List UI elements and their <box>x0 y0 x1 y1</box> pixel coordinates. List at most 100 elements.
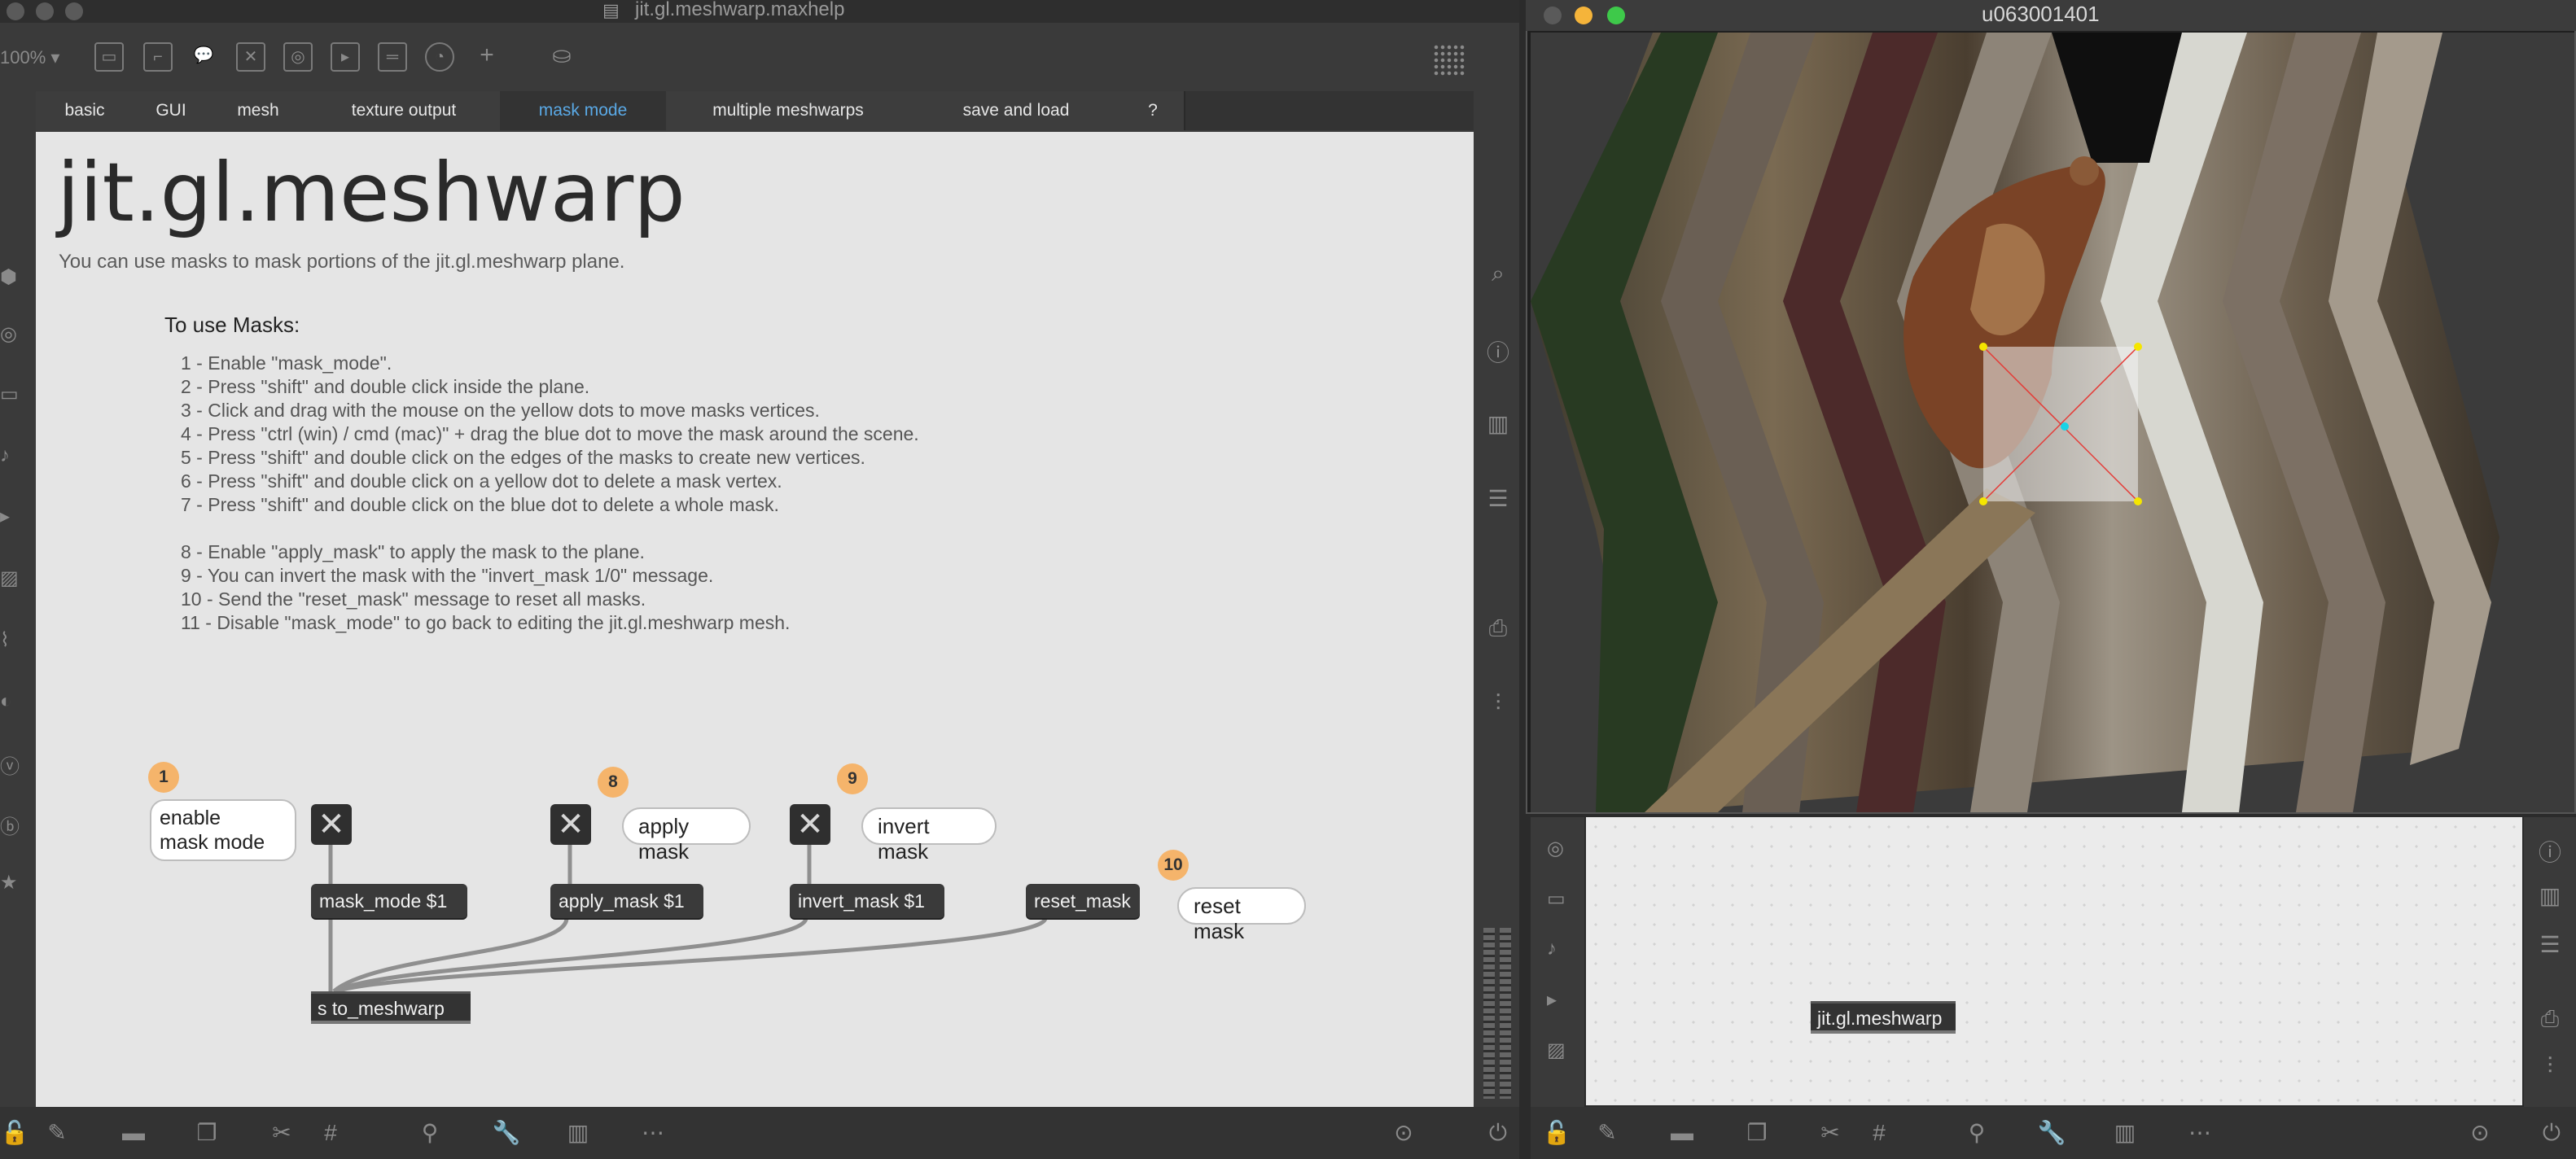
right-patcher-canvas[interactable]: jit.gl.meshwarp <box>1586 817 2522 1105</box>
send-to-meshwarp-object[interactable]: s to_meshwarp <box>311 991 471 1024</box>
patcher-canvas[interactable]: jit.gl.meshwarp You can use masks to mas… <box>36 132 1474 1107</box>
comment-icon[interactable]: 💬 <box>189 42 218 72</box>
layers-icon[interactable]: ❐ <box>192 1118 221 1148</box>
tab-save-and-load[interactable]: save and load <box>910 91 1124 130</box>
new-object-icon[interactable]: ▭ <box>94 42 124 72</box>
wrench-icon[interactable]: 🔧 <box>2037 1118 2066 1148</box>
presentation-icon[interactable]: ▬ <box>1667 1118 1697 1148</box>
media-icon[interactable]: ▸ <box>0 505 21 527</box>
mask-mode-message[interactable]: mask_mode $1 <box>311 884 467 918</box>
media-icon[interactable]: ▸ <box>1547 988 1568 1011</box>
tab-mask-mode[interactable]: mask mode <box>500 91 668 130</box>
snapshot-icon[interactable]: ⎙ <box>1485 615 1511 641</box>
grid-icon[interactable] <box>1433 44 1465 77</box>
zoom-select[interactable]: 100% ▾ <box>0 47 59 68</box>
tab-help[interactable]: ? <box>1122 91 1185 130</box>
image-icon[interactable]: ▨ <box>1547 1039 1568 1061</box>
comment-invert-mask: invert mask <box>861 807 997 864</box>
keypad-icon[interactable]: ⋯ <box>2185 1118 2215 1148</box>
dial-icon[interactable]: ◔ <box>425 42 454 72</box>
grid-snap-icon[interactable]: # <box>1864 1118 1894 1148</box>
edit-icon[interactable]: ✎ <box>42 1118 72 1148</box>
audio-transport-icon[interactable]: ⊙ <box>2465 1118 2495 1148</box>
mixer-icon[interactable]: ⫶ <box>2537 1053 2563 1079</box>
v-icon[interactable]: ⓥ <box>0 750 21 778</box>
minimize-window-button[interactable] <box>1575 7 1592 24</box>
tab-basic[interactable]: basic <box>36 91 135 130</box>
lock-icon[interactable]: 🔓 <box>1542 1118 1571 1148</box>
target-icon[interactable]: ◎ <box>1547 837 1568 859</box>
slider-icon[interactable]: ═ <box>378 42 407 72</box>
new-message-icon[interactable]: ⌐ <box>143 42 173 72</box>
keyboard-icon[interactable]: ▥ <box>563 1118 593 1148</box>
toggle-icon[interactable]: ✕ <box>236 42 265 72</box>
video-icon[interactable]: ▭ <box>0 383 21 405</box>
snapshot-icon[interactable]: ⎙ <box>2537 1006 2563 1032</box>
reset-mask-message[interactable]: reset_mask <box>1026 884 1140 918</box>
right-patcher-left-sidebar: ◎ ▭ ♪ ▸ ▨ <box>1531 817 1584 1107</box>
video-icon[interactable]: ▭ <box>1547 887 1568 910</box>
mask-center-handle[interactable] <box>2061 422 2069 431</box>
right-sidebar: ⌕ ⓘ ▥ ☰ ⎙ ⫶ <box>1474 260 1519 749</box>
star-icon[interactable]: ★ <box>0 871 21 894</box>
tab-texture-output[interactable]: texture output <box>308 91 502 130</box>
zoom-window-button[interactable] <box>1607 7 1625 24</box>
mask-vertex-bottom-left[interactable] <box>1979 497 1987 505</box>
tab-mesh[interactable]: mesh <box>208 91 309 130</box>
keypad-icon[interactable]: ⋯ <box>638 1118 668 1148</box>
audio-transport-icon[interactable]: ⊙ <box>1389 1118 1418 1148</box>
apply-mask-toggle[interactable]: ✕ <box>550 804 591 845</box>
layers-icon[interactable]: ❐ <box>1742 1118 1772 1148</box>
invert-mask-toggle[interactable]: ✕ <box>790 804 830 845</box>
mute-icon[interactable]: ✂ <box>1816 1118 1845 1148</box>
zoom-window-button[interactable] <box>65 2 83 20</box>
presentation-icon[interactable]: ▬ <box>119 1118 148 1148</box>
keyboard-icon[interactable]: ▥ <box>2110 1118 2140 1148</box>
mute-icon[interactable]: ✂ <box>267 1118 296 1148</box>
wrench-icon[interactable]: 🔧 <box>492 1118 521 1148</box>
button-icon[interactable]: ◎ <box>283 42 313 72</box>
search-icon[interactable]: ⌕ <box>1485 260 1511 286</box>
document-icon: ▤ <box>602 0 620 20</box>
reference-icon[interactable]: ▥ <box>2537 882 2563 908</box>
invert-mask-message[interactable]: invert_mask $1 <box>790 884 944 918</box>
b-icon[interactable]: ⓑ <box>0 811 21 838</box>
power-icon[interactable]: ⏻ <box>2537 1118 2566 1148</box>
mixer-icon[interactable]: ⫶ <box>1485 690 1511 716</box>
info-icon[interactable]: ⓘ <box>2537 835 2563 865</box>
mask-mode-toggle[interactable]: ✕ <box>311 804 352 845</box>
edit-icon[interactable]: ✎ <box>1592 1118 1622 1148</box>
jit-gl-meshwarp-object[interactable]: jit.gl.meshwarp <box>1811 1001 1956 1034</box>
image-icon[interactable]: ▨ <box>0 566 21 589</box>
reference-icon[interactable]: ▥ <box>1485 410 1511 436</box>
pin-icon[interactable]: ⚲ <box>1962 1118 1991 1148</box>
plugin-icon[interactable]: ◐ <box>0 690 21 712</box>
tab-gui[interactable]: GUI <box>134 91 210 130</box>
add-object-icon[interactable]: + <box>472 42 502 72</box>
render-window-title: u063001401 <box>1982 2 2100 26</box>
minimize-window-button[interactable] <box>36 2 54 20</box>
close-window-button[interactable] <box>7 2 24 20</box>
power-icon[interactable]: ⏻ <box>1483 1118 1513 1148</box>
mask-vertex-bottom-right[interactable] <box>2134 497 2142 505</box>
info-icon[interactable]: ⓘ <box>1485 335 1511 365</box>
package-icon[interactable]: ⬢ <box>0 265 21 288</box>
pin-icon[interactable]: ⚲ <box>415 1118 445 1148</box>
close-window-button[interactable] <box>1544 7 1562 24</box>
tab-multiple-meshwarps[interactable]: multiple meshwarps <box>666 91 912 130</box>
render-canvas[interactable] <box>1531 33 2574 812</box>
target-icon[interactable]: ◎ <box>0 322 21 345</box>
grid-snap-icon[interactable]: # <box>316 1118 345 1148</box>
list-icon[interactable]: ☰ <box>2537 931 2563 957</box>
list-icon[interactable]: ☰ <box>1485 485 1511 511</box>
playbar-icon[interactable]: ▸ <box>331 42 360 72</box>
music-icon[interactable]: ♪ <box>0 444 21 466</box>
music-icon[interactable]: ♪ <box>1547 938 1568 960</box>
paint-bucket-icon[interactable]: ⛀ <box>547 42 576 72</box>
apply-mask-message[interactable]: apply_mask $1 <box>550 884 703 918</box>
lock-icon[interactable]: 🔓 <box>0 1118 29 1148</box>
clip-icon[interactable]: ⌇ <box>0 628 21 651</box>
mask-vertex-top-left[interactable] <box>1979 343 1987 351</box>
mask-vertex-top-right[interactable] <box>2134 343 2142 351</box>
patch-cords <box>328 825 1048 994</box>
